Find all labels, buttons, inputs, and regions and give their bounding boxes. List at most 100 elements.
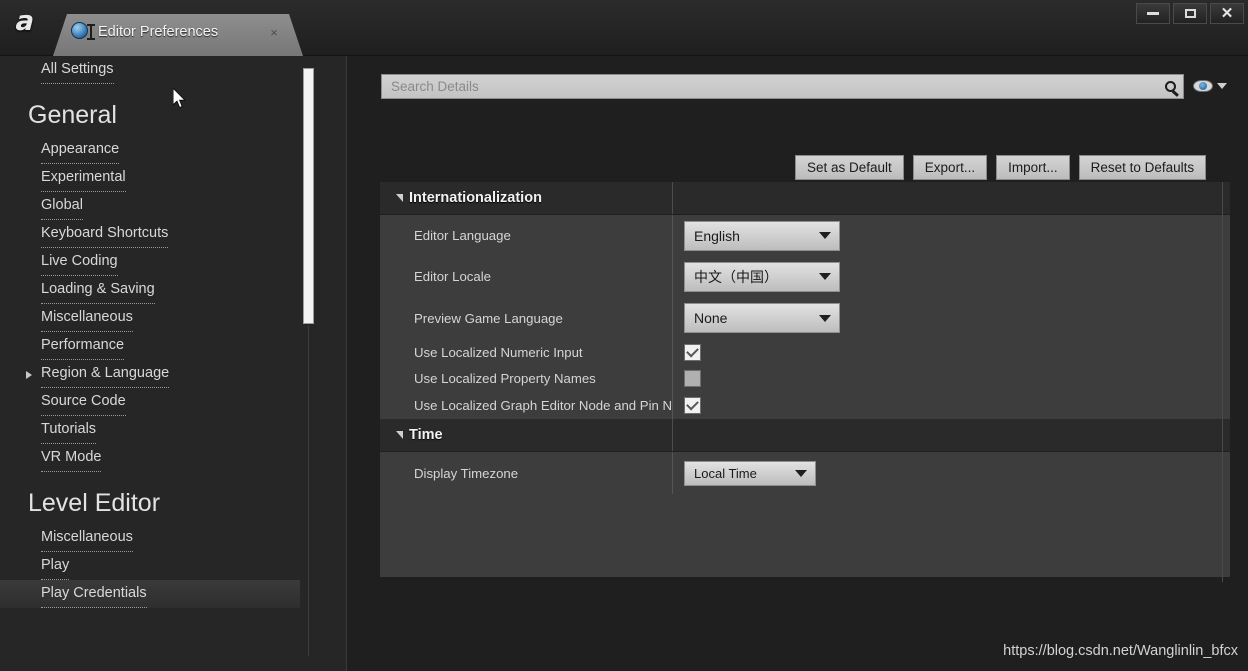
set-as-default-button[interactable]: Set as Default	[795, 154, 904, 180]
setting-label-editor-locale: Editor Locale	[414, 269, 491, 284]
chevron-down-icon	[1217, 83, 1227, 89]
collapse-arrow-icon[interactable]	[396, 194, 403, 202]
setting-row: Use Localized Numeric Input	[380, 339, 1230, 365]
view-options-button[interactable]	[1193, 77, 1231, 95]
section-title: Time	[409, 427, 443, 443]
sidebar-item-miscellaneous[interactable]: Miscellaneous	[0, 304, 300, 332]
setting-value: 中文（中国）	[672, 261, 1230, 292]
setting-row: Editor Locale 中文（中国）	[380, 256, 1230, 297]
editor-preferences-window: 𝗮 Editor Preferences × ✕ All Settings Gen…	[0, 0, 1248, 671]
setting-row: Preview Game Language None	[380, 297, 1230, 339]
sidebar-item-global[interactable]: Global	[0, 192, 300, 220]
sidebar-item-all-settings[interactable]: All Settings	[0, 56, 300, 84]
tab-editor-preferences[interactable]: Editor Preferences ×	[53, 14, 303, 56]
search-row	[381, 74, 1231, 100]
chevron-down-icon	[819, 273, 831, 280]
setting-value: Local Time	[672, 460, 1230, 486]
sidebar-item-miscellaneous[interactable]: Miscellaneous	[0, 524, 300, 552]
minimize-button[interactable]	[1136, 3, 1170, 24]
sidebar-item-label[interactable]: Appearance	[41, 136, 120, 164]
sidebar-item-label[interactable]: Play	[41, 552, 70, 580]
section-header-internationalization[interactable]: Internationalization	[380, 182, 1230, 215]
sidebar-item-label[interactable]: Experimental	[41, 164, 126, 192]
sidebar-item-label[interactable]: Performance	[41, 332, 125, 360]
chevron-right-icon[interactable]	[26, 371, 32, 379]
dropdown-preview-game-language[interactable]: None	[684, 303, 840, 333]
sidebar-item-keyboard-shortcuts[interactable]: Keyboard Shortcuts	[0, 220, 300, 248]
sidebar-item-label[interactable]: Source Code	[41, 388, 126, 416]
dropdown-value: None	[694, 310, 728, 326]
sidebar-item-play-credentials[interactable]: Play Credentials	[0, 580, 300, 608]
checkbox-use-localized-numeric-input[interactable]	[684, 343, 701, 361]
checkbox-use-localized-graph-editor-node-and-pin-nar[interactable]	[684, 396, 701, 414]
dropdown-value: English	[694, 227, 740, 244]
column-divider	[672, 419, 673, 451]
setting-value: None	[672, 303, 1230, 333]
maximize-icon	[1184, 9, 1196, 18]
sidebar-list: All Settings General Appearance Experimenta…	[0, 56, 300, 608]
setting-value	[672, 369, 1230, 387]
search-input[interactable]	[382, 79, 1157, 94]
sidebar-item-label[interactable]: Loading & Saving	[41, 276, 155, 304]
search-details-box[interactable]	[381, 74, 1184, 99]
sidebar-item-label[interactable]: Region & Language	[41, 360, 170, 388]
sidebar-item-appearance[interactable]: Appearance	[0, 136, 300, 164]
collapse-arrow-icon[interactable]	[396, 431, 403, 439]
sidebar-item-play[interactable]: Play	[0, 552, 300, 580]
setting-value: English	[672, 220, 1230, 251]
sidebar-item-loading-saving[interactable]: Loading & Saving	[0, 276, 300, 304]
dropdown-display-timezone[interactable]: Local Time	[684, 460, 816, 486]
section-body: Editor Language English Editor Locale 中文（中国…	[380, 215, 1230, 419]
tab-title: Editor Preferences	[98, 24, 219, 40]
dropdown-editor-locale[interactable]: 中文（中国）	[684, 261, 840, 292]
checkbox-use-localized-property-names[interactable]	[684, 369, 701, 387]
sidebar-item-label[interactable]: Play Credentials	[41, 580, 147, 608]
section-header-time[interactable]: Time	[380, 419, 1230, 452]
sidebar-item-performance[interactable]: Performance	[0, 332, 300, 360]
settings-table: Internationalization Editor Language Engli…	[380, 182, 1230, 577]
sidebar-item-source-code[interactable]: Source Code	[0, 388, 300, 416]
sidebar-item-vr-mode[interactable]: VR Mode	[0, 444, 300, 472]
setting-label-use-localized-graph-editor-node-and-pin-nar: Use Localized Graph Editor Node and Pin …	[414, 397, 672, 413]
unreal-engine-logo-icon: 𝗮	[13, 5, 33, 37]
minimize-icon	[1147, 12, 1159, 15]
sidebar-scrollbar-track[interactable]	[308, 326, 309, 656]
sidebar-item-label[interactable]: Keyboard Shortcuts	[41, 220, 169, 248]
title-bar: 𝗮 Editor Preferences × ✕	[0, 0, 1248, 56]
maximize-button[interactable]	[1173, 3, 1207, 24]
section-body: Display Timezone Local Time	[380, 452, 1230, 494]
sidebar-item-tutorials[interactable]: Tutorials	[0, 416, 300, 444]
setting-label-preview-game-language: Preview Game Language	[414, 310, 563, 326]
setting-row: Display Timezone Local Time	[380, 452, 1230, 494]
reset-to-defaults-button[interactable]: Reset to Defaults	[1078, 154, 1207, 180]
sidebar-item-label[interactable]: VR Mode	[41, 444, 102, 472]
sidebar-item-label[interactable]: Global	[41, 192, 83, 220]
sidebar-item-label[interactable]: Miscellaneous	[41, 524, 133, 552]
setting-value	[672, 396, 1230, 414]
setting-label-use-localized-property-names: Use Localized Property Names	[414, 370, 596, 386]
sidebar-item-experimental[interactable]: Experimental	[0, 164, 300, 192]
sidebar-item-label[interactable]: All Settings	[41, 56, 114, 84]
close-button[interactable]: ✕	[1210, 3, 1244, 24]
text-cursor-icon	[87, 24, 95, 40]
sidebar-item-label[interactable]: Tutorials	[41, 416, 97, 444]
setting-row: Use Localized Property Names	[380, 365, 1230, 391]
setting-label-editor-language: Editor Language	[414, 228, 511, 243]
sidebar-item-label[interactable]: Live Coding	[41, 248, 118, 276]
dropdown-value: 中文（中国）	[694, 268, 778, 285]
chevron-down-icon	[795, 469, 807, 477]
details-scrollbar-track[interactable]	[1222, 182, 1223, 582]
sidebar-item-live-coding[interactable]: Live Coding	[0, 248, 300, 276]
settings-sidebar: All Settings General Appearance Experimenta…	[0, 56, 347, 671]
setting-value	[672, 343, 1230, 361]
dropdown-editor-language[interactable]: English	[684, 220, 840, 251]
search-icon[interactable]	[1157, 75, 1183, 98]
import-button[interactable]: Import...	[996, 154, 1070, 180]
setting-row: Editor Language English	[380, 215, 1230, 256]
sidebar-item-region-language[interactable]: Region & Language	[0, 360, 300, 388]
sidebar-group-header: Level Editor	[28, 489, 161, 517]
export-button[interactable]: Export...	[912, 154, 988, 180]
sidebar-item-label[interactable]: Miscellaneous	[41, 304, 133, 332]
tab-close-icon[interactable]: ×	[267, 26, 281, 40]
sidebar-scrollbar-thumb[interactable]	[303, 68, 314, 324]
